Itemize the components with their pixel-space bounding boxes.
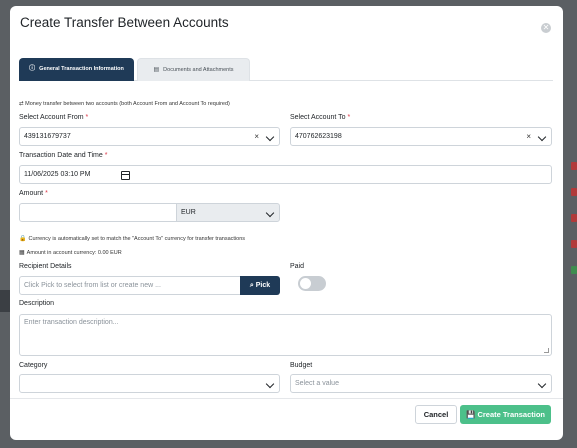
lock-icon: 🔒 (19, 236, 27, 242)
budget-placeholder: Select a value (295, 380, 339, 387)
backdrop-badge (571, 214, 577, 222)
create-transaction-button[interactable]: 💾 Create Transaction (460, 405, 551, 424)
clear-icon[interactable]: × (254, 128, 259, 145)
paid-toggle[interactable] (298, 276, 326, 291)
transfer-note: ⇄ Money transfer between two accounts (b… (19, 101, 230, 107)
currency-value: EUR (181, 209, 196, 216)
description-placeholder: Enter transaction description... (24, 319, 119, 326)
resize-handle[interactable] (544, 348, 549, 353)
close-icon[interactable]: ✕ (541, 23, 551, 33)
tab-label: General Transaction Information (39, 66, 124, 72)
recipient-label: Recipient Details (19, 263, 72, 270)
chevron-down-icon (265, 132, 275, 142)
recipient-placeholder: Click Pick to select from list or create… (24, 282, 161, 289)
search-icon: ⌕ (249, 282, 254, 289)
date-value: 11/06/2025 03:10 PM (24, 171, 91, 178)
backdrop-badge (571, 240, 577, 248)
save-icon: 💾 (466, 410, 476, 419)
account-from-label: Select Account From * (19, 114, 89, 121)
amount-label: Amount * (19, 190, 48, 197)
tab-label: Documents and Attachments (163, 67, 234, 73)
category-label: Category (19, 362, 48, 369)
account-from-value: 439131679737 (24, 133, 71, 140)
modal-title: Create Transfer Between Accounts (20, 15, 229, 30)
tab-bar: ⓘ General Transaction Information ▤ Docume… (19, 58, 553, 81)
budget-label: Budget (290, 362, 313, 369)
chevron-down-icon (265, 379, 275, 389)
account-from-select[interactable]: 439131679737 × (19, 127, 280, 146)
budget-select[interactable]: Select a value (290, 374, 552, 393)
create-transfer-modal: Create Transfer Between Accounts ✕ ⓘ Gene… (10, 6, 563, 440)
backdrop-sidebar (0, 290, 10, 312)
currency-select[interactable]: EUR (176, 203, 280, 222)
info-icon: ⓘ (29, 66, 36, 72)
backdrop-badge (571, 188, 577, 196)
toggle-knob (300, 278, 311, 289)
tab-documents[interactable]: ▤ Documents and Attachments (137, 58, 250, 81)
pick-button[interactable]: ⌕ Pick (240, 276, 280, 295)
chevron-down-icon (537, 379, 547, 389)
document-icon: ▤ (153, 67, 160, 73)
account-to-select[interactable]: 470762623198 × (290, 127, 552, 146)
cancel-button[interactable]: Cancel (415, 405, 457, 424)
description-textarea[interactable]: Enter transaction description... (19, 314, 552, 356)
backdrop-badge (571, 266, 577, 274)
category-select[interactable] (19, 374, 280, 393)
recipient-input[interactable]: Click Pick to select from list or create… (19, 276, 241, 295)
footer-divider (10, 398, 563, 399)
backdrop-badge (571, 162, 577, 170)
description-label: Description (19, 300, 55, 307)
chevron-down-icon (537, 132, 547, 142)
account-to-value: 470762623198 (295, 133, 342, 140)
paid-label: Paid (290, 263, 305, 270)
calculator-icon: ▦ (19, 250, 25, 256)
tab-general-information[interactable]: ⓘ General Transaction Information (19, 58, 134, 81)
calendar-icon[interactable] (121, 171, 130, 180)
currency-note: 🔒 Currency is automatically set to match … (19, 236, 246, 242)
balance-note: ▦ Amount in account currency: 0.00 EUR (19, 250, 122, 256)
date-time-input[interactable]: 11/06/2025 03:10 PM (19, 165, 552, 184)
date-label: Transaction Date and Time * (19, 152, 108, 159)
clear-icon[interactable]: × (526, 128, 531, 145)
amount-input[interactable] (19, 203, 177, 222)
account-to-label: Select Account To * (290, 114, 351, 121)
chevron-down-icon (265, 208, 275, 218)
